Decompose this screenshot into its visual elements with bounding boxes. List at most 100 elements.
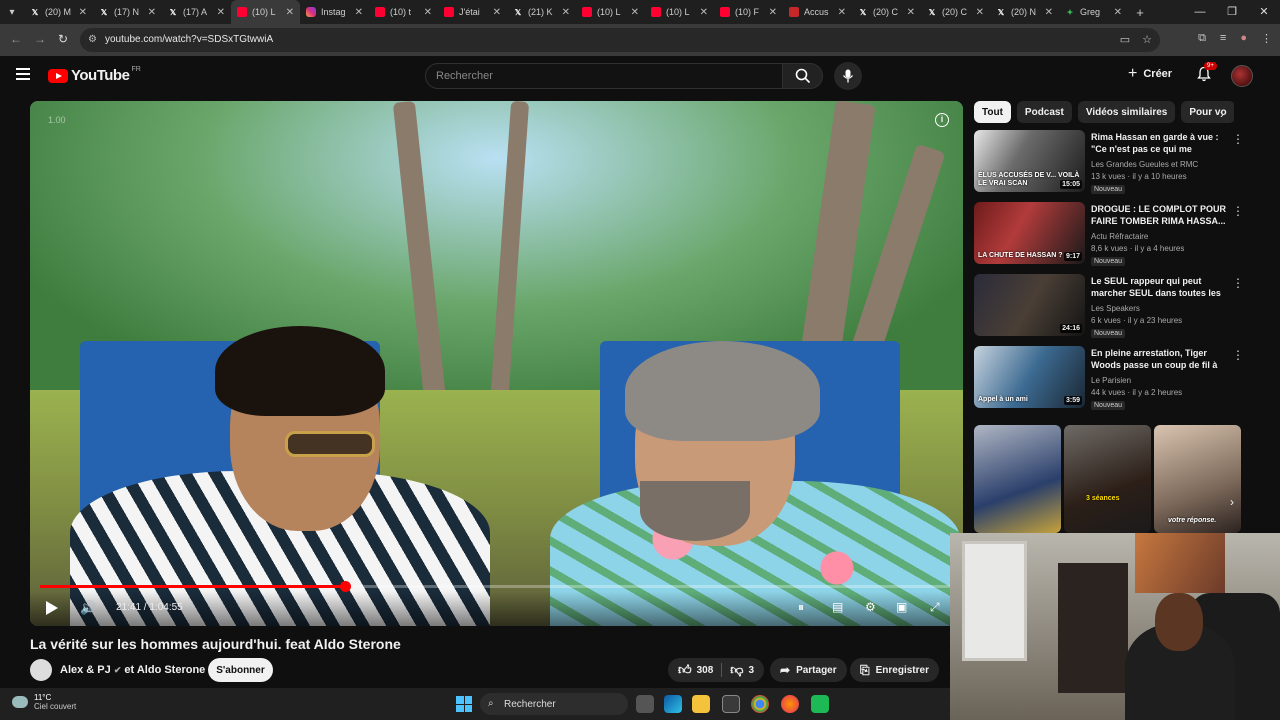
more-options-icon[interactable]: ⋮: [1232, 204, 1244, 218]
forward-icon[interactable]: →: [34, 32, 46, 46]
bookmark-star-icon[interactable]: ☆: [1142, 33, 1152, 46]
recommended-video[interactable]: 24:16 Le SEUL rappeur qui peut marcher SE…: [974, 274, 1244, 338]
url-text[interactable]: youtube.com/watch?v=SDSxTGtwwiA: [105, 34, 273, 45]
extensions-icon[interactable]: ⧉: [1198, 32, 1206, 45]
back-icon[interactable]: ←: [10, 32, 22, 46]
weather-widget[interactable]: 11°C Ciel couvert: [12, 693, 76, 711]
browser-tab[interactable]: (10) F ✕: [714, 0, 783, 24]
like-button[interactable]: 👍︎ 308: [678, 662, 713, 678]
video-thumbnail[interactable]: LA CHUTE DE HASSAN ? 9:17: [974, 202, 1085, 264]
minimize-icon[interactable]: —: [1184, 0, 1216, 24]
video-title[interactable]: En pleine arrestation, Tiger Woods passe…: [1091, 347, 1227, 371]
app-icon[interactable]: [811, 695, 829, 713]
play-icon[interactable]: [46, 601, 58, 615]
close-tab-icon[interactable]: ✕: [907, 7, 915, 18]
save-button[interactable]: ⎘ Enregistrer: [850, 658, 939, 682]
windows-start-icon[interactable]: [456, 696, 472, 712]
reload-icon[interactable]: ↻: [58, 32, 68, 46]
chrome-icon[interactable]: [751, 695, 769, 713]
site-info-icon[interactable]: ⚙: [88, 34, 97, 45]
new-tab-button[interactable]: +: [1128, 5, 1152, 20]
browser-tab[interactable]: 𝕏 (20) C ✕: [852, 0, 921, 24]
cast-icon[interactable]: ▭: [1120, 33, 1130, 46]
tab-search-icon[interactable]: ▾: [0, 0, 24, 24]
browser-tab[interactable]: ✦ Greg ✕: [1059, 0, 1128, 24]
store-icon[interactable]: [722, 695, 740, 713]
filter-chip[interactable]: Pour vo: [1181, 101, 1234, 123]
video-title[interactable]: Le SEUL rappeur qui peut marcher SEUL da…: [1091, 275, 1227, 299]
close-tab-icon[interactable]: ✕: [838, 7, 846, 18]
share-button[interactable]: ➦ Partager: [770, 658, 847, 682]
close-tab-icon[interactable]: ✕: [286, 7, 294, 18]
channel-name-a[interactable]: Alex & PJ: [60, 664, 111, 676]
video-player[interactable]: 1.00 i 🔊 21:41 / 1:04:55 ⏸ ▤ ⚙ ▣ ⤢: [30, 101, 963, 626]
volume-icon[interactable]: 🔊: [80, 600, 96, 616]
video-title[interactable]: DROGUE : LE COMPLOT POUR FAIRE TOMBER RI…: [1091, 203, 1227, 227]
video-thumbnail[interactable]: ÉLUS ACCUSÉS DE V... VOILÀ LE VRAI SCAN 1…: [974, 130, 1085, 192]
short-thumbnail[interactable]: [974, 425, 1061, 533]
close-window-icon[interactable]: ✕: [1248, 0, 1280, 24]
filter-chip[interactable]: Tout: [974, 101, 1011, 123]
search-input[interactable]: Rechercher: [425, 63, 783, 89]
channel-name-b[interactable]: et Aldo Sterone: [124, 664, 205, 676]
channel-name[interactable]: Les Speakers: [1091, 304, 1140, 313]
search-button[interactable]: [783, 63, 823, 89]
browser-menu-icon[interactable]: ⋮: [1261, 32, 1272, 45]
browser-tab[interactable]: J'étai ✕: [438, 0, 507, 24]
browser-tab[interactable]: Instag ✕: [300, 0, 369, 24]
close-tab-icon[interactable]: ✕: [355, 7, 363, 18]
media-icon[interactable]: ≡: [1220, 32, 1226, 45]
close-tab-icon[interactable]: ✕: [631, 7, 639, 18]
task-view-icon[interactable]: [636, 695, 654, 713]
channel-name[interactable]: Actu Réfractaire: [1091, 232, 1148, 241]
browser-tab[interactable]: 𝕏 (20) N ✕: [990, 0, 1059, 24]
video-thumbnail[interactable]: 24:16: [974, 274, 1085, 336]
close-tab-icon[interactable]: ✕: [769, 7, 777, 18]
video-title[interactable]: Rima Hassan en garde à vue : "Ce n'est p…: [1091, 131, 1227, 155]
autoplay-toggle-icon[interactable]: ⏸: [798, 600, 804, 615]
close-tab-icon[interactable]: ✕: [562, 7, 570, 18]
close-tab-icon[interactable]: ✕: [1045, 7, 1053, 18]
browser-tab[interactable]: 𝕏 (17) N ✕: [93, 0, 162, 24]
filter-chip[interactable]: Podcast: [1016, 101, 1072, 123]
close-tab-icon[interactable]: ✕: [976, 7, 984, 18]
browser-tab[interactable]: Accus ✕: [783, 0, 852, 24]
close-tab-icon[interactable]: ✕: [424, 7, 432, 18]
close-tab-icon[interactable]: ✕: [79, 7, 87, 18]
browser-tab[interactable]: 𝕏 (17) A ✕: [162, 0, 231, 24]
fullscreen-icon[interactable]: ⤢: [930, 600, 940, 615]
browser-tab[interactable]: (10) L ✕: [576, 0, 645, 24]
notifications-button[interactable]: 9+: [1196, 62, 1217, 87]
close-tab-icon[interactable]: ✕: [700, 7, 708, 18]
taskbar-search[interactable]: ⌕ Rechercher: [480, 693, 628, 715]
maximize-icon[interactable]: ❐: [1216, 0, 1248, 24]
youtube-logo[interactable]: YouTube FR: [48, 66, 141, 84]
address-bar[interactable]: ⚙ youtube.com/watch?v=SDSxTGtwwiA ▭ ☆: [80, 28, 1160, 52]
close-tab-icon[interactable]: ✕: [1114, 7, 1122, 18]
dislike-button[interactable]: 👎︎ 3: [730, 662, 754, 678]
video-thumbnail[interactable]: Appel à un ami 3:59: [974, 346, 1085, 408]
close-tab-icon[interactable]: ✕: [493, 7, 501, 18]
channel-name[interactable]: Les Grandes Gueules et RMC: [1091, 160, 1198, 169]
recommended-video[interactable]: LA CHUTE DE HASSAN ? 9:17 DROGUE : LE COMP…: [974, 202, 1244, 266]
subtitles-icon[interactable]: ▤: [832, 600, 843, 614]
settings-gear-icon[interactable]: ⚙: [865, 600, 876, 614]
progress-bar[interactable]: [40, 581, 953, 592]
more-options-icon[interactable]: ⋮: [1232, 132, 1244, 146]
more-options-icon[interactable]: ⋮: [1232, 276, 1244, 290]
recommended-video[interactable]: ÉLUS ACCUSÉS DE V... VOILÀ LE VRAI SCAN 1…: [974, 130, 1244, 194]
channel-name[interactable]: Alex & PJ ✔ et Aldo Sterone: [60, 664, 205, 676]
channel-name[interactable]: Le Parisien: [1091, 376, 1131, 385]
browser-tab[interactable]: 𝕏 (20) C ✕: [921, 0, 990, 24]
browser-tab[interactable]: 𝕏 (21) K ✕: [507, 0, 576, 24]
filter-chip[interactable]: Vidéos similaires: [1077, 101, 1176, 123]
miniplayer-icon[interactable]: ▣: [896, 600, 907, 614]
chevron-right-icon[interactable]: ›: [1220, 107, 1224, 121]
browser-tab[interactable]: (10) L ✕: [645, 0, 714, 24]
browser-tab[interactable]: (10) t ✕: [369, 0, 438, 24]
file-explorer-icon[interactable]: [692, 695, 710, 713]
chevron-right-icon[interactable]: ›: [1230, 495, 1234, 509]
close-tab-icon[interactable]: ✕: [148, 7, 156, 18]
voice-search-button[interactable]: [834, 62, 862, 90]
recommended-video[interactable]: Appel à un ami 3:59 En pleine arrestation,…: [974, 346, 1244, 410]
